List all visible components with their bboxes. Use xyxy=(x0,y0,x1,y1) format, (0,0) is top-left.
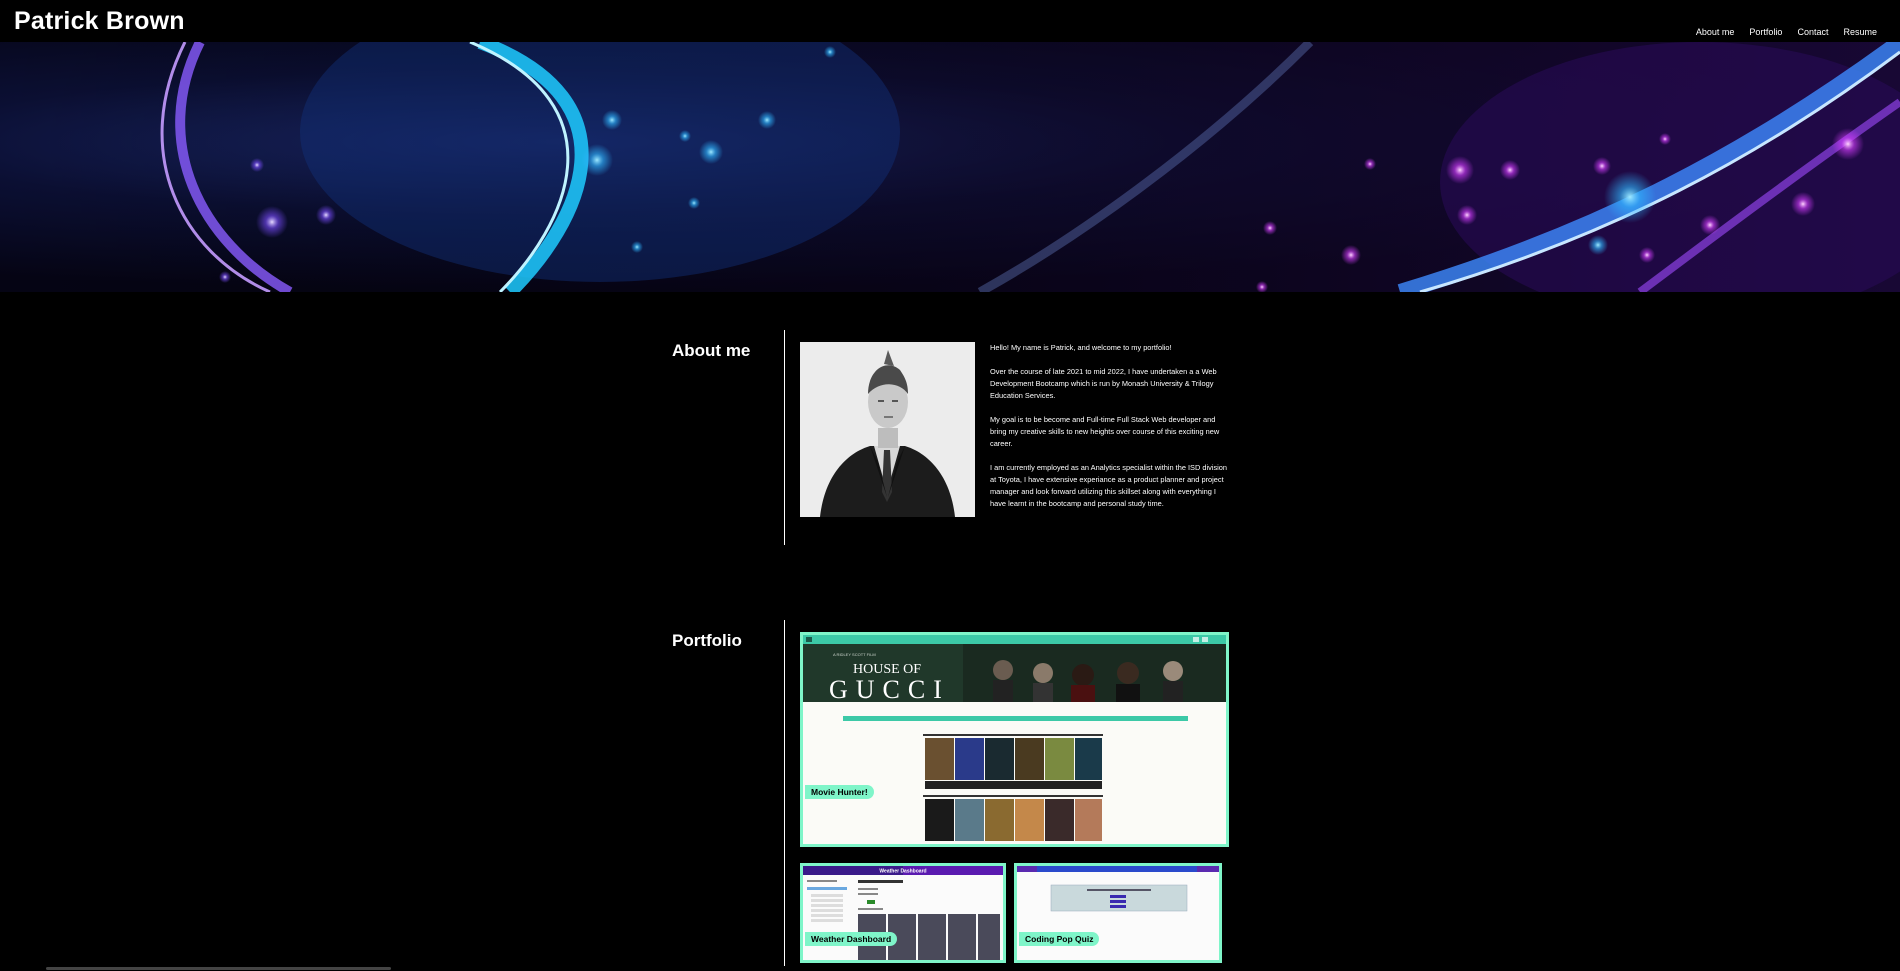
about-divider xyxy=(784,330,785,545)
nav-contact[interactable]: Contact xyxy=(1797,27,1828,37)
movie-hunter-screenshot: A RIDLEY SCOTT FILM HOUSE OF GUCCI xyxy=(803,635,1226,844)
about-paragraph: Hello! My name is Patrick, and welcome t… xyxy=(990,343,1172,352)
portfolio-heading: Portfolio xyxy=(672,631,742,650)
site-title: Patrick Brown xyxy=(14,7,185,35)
about-paragraph: Over the course of late 2021 to mid 2022… xyxy=(990,367,1217,400)
main-nav: About me Portfolio Contact Resume xyxy=(1696,27,1877,37)
site-header: Patrick Brown About me Portfolio Contact… xyxy=(0,0,1900,42)
project-label-coding-pop-quiz[interactable]: Coding Pop Quiz xyxy=(1019,932,1100,946)
portfolio-divider xyxy=(784,620,785,971)
profile-photo xyxy=(800,342,975,517)
about-section: About me Hello! My name is Patrick, and … xyxy=(672,330,1232,545)
nav-resume[interactable]: Resume xyxy=(1843,27,1877,37)
portfolio-section: Portfolio A RIDLEY SCOTT FILM HOUSE OF G… xyxy=(672,620,1232,971)
profile-portrait-image xyxy=(800,342,975,517)
project-label-weather-dashboard[interactable]: Weather Dashboard xyxy=(805,932,898,946)
about-text: Hello! My name is Patrick, and welcome t… xyxy=(990,342,1230,522)
weather-screenshot-title: Weather Dashboard xyxy=(879,869,926,875)
project-card-weather-dashboard[interactable]: Weather Dashboard Weather Dashboard xyxy=(800,863,1006,963)
project-label-movie-hunter[interactable]: Movie Hunter! xyxy=(805,785,874,799)
movie-hero-tagline: A RIDLEY SCOTT FILM xyxy=(833,652,876,657)
nav-portfolio[interactable]: Portfolio xyxy=(1749,27,1782,37)
about-paragraph: My goal is to be become and Full-time Fu… xyxy=(990,415,1220,448)
scrollbar-thumb[interactable] xyxy=(46,967,391,970)
nav-about[interactable]: About me xyxy=(1696,27,1735,37)
hero-banner xyxy=(0,42,1900,292)
about-paragraph: I am currently employed as an Analytics … xyxy=(990,463,1228,508)
movie-hero-title-line2: GUCCI xyxy=(829,675,950,704)
about-heading: About me xyxy=(672,341,751,360)
project-card-coding-pop-quiz[interactable]: Coding Pop Quiz xyxy=(1014,863,1222,963)
project-card-movie-hunter[interactable]: A RIDLEY SCOTT FILM HOUSE OF GUCCI Movie… xyxy=(800,632,1229,847)
hero-background-art xyxy=(0,42,1900,292)
